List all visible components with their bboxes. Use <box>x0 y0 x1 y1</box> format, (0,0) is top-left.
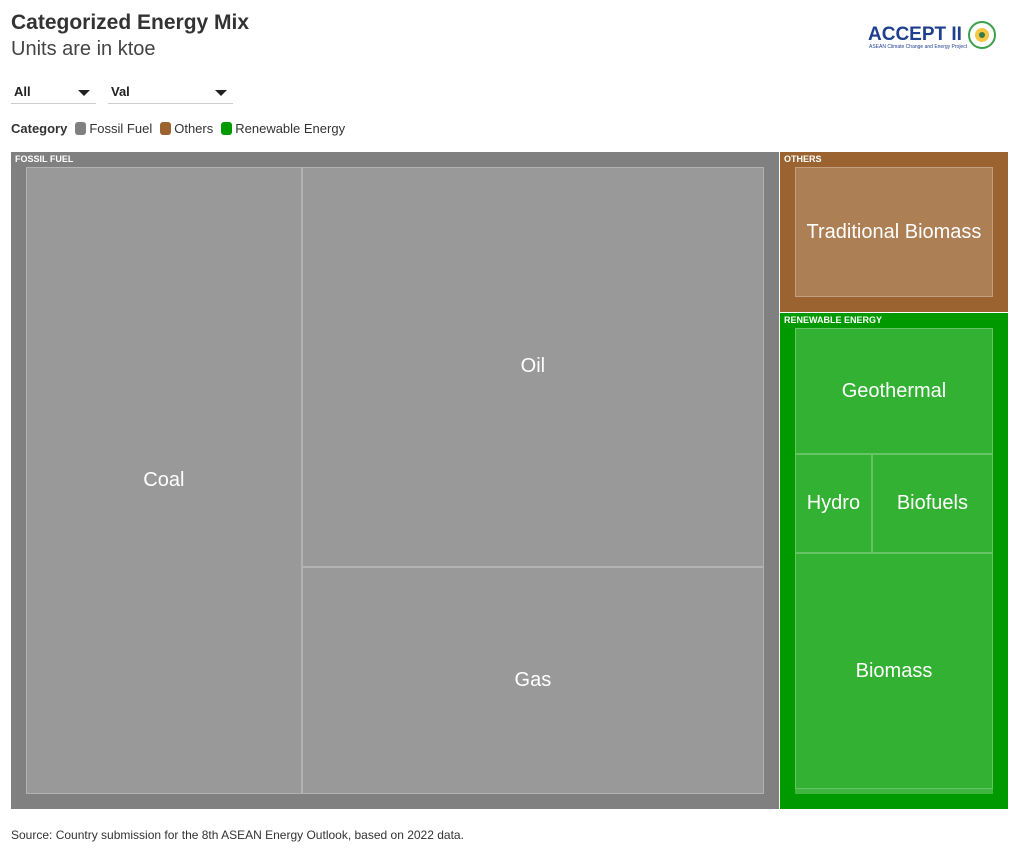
tile-label: Coal <box>143 469 185 491</box>
source-note: Source: Country submission for the 8th A… <box>11 828 464 842</box>
group-header: FOSSIL FUEL <box>15 154 74 164</box>
treemap-tile-geothermal[interactable]: Geothermal <box>795 328 993 455</box>
legend-title: Category <box>11 121 68 136</box>
treemap-tile-oil[interactable]: Oil <box>301 167 764 567</box>
legend: Category Fossil Fuel Others Renewable En… <box>11 121 345 136</box>
chevron-down-icon <box>78 90 90 96</box>
tile-label: Biomass <box>855 659 933 682</box>
treemap-tile-hydro[interactable]: Hydro <box>795 454 872 554</box>
country-dropdown[interactable]: All <box>11 82 96 104</box>
legend-item-others[interactable]: Others <box>156 121 213 136</box>
accept-logo: ACCEPT II ASEAN Climate Change and Energ… <box>868 18 1000 52</box>
treemap-tile-biomass[interactable]: Biomass <box>795 553 993 789</box>
treemap-tile-gas[interactable]: Gas <box>301 566 764 794</box>
tile-label: Gas <box>514 668 552 691</box>
measure-dropdown[interactable]: Val <box>108 82 233 104</box>
legend-item-fossil-fuel[interactable]: Fossil Fuel <box>71 121 152 136</box>
tile-label: Oil <box>520 355 546 378</box>
chart-subtitle: Units are in ktoe <box>11 38 156 60</box>
country-dropdown-value: All <box>14 84 31 99</box>
treemap: FOSSIL FUEL Coal Oil Gas OTHERS Traditional B… <box>11 152 1008 809</box>
treemap-group-fossil-fuel[interactable]: FOSSIL FUEL Coal Oil Gas <box>11 152 779 809</box>
tile-label: Biofuels <box>896 492 968 515</box>
measure-dropdown-value: Val <box>111 84 130 99</box>
treemap-tile-traditional-biomass[interactable]: Traditional Biomass <box>795 167 993 297</box>
treemap-tile-biofuels[interactable]: Biofuels <box>871 454 993 554</box>
tile-label: Geothermal <box>841 379 947 402</box>
treemap-group-renewable-energy[interactable]: RENEWABLE ENERGY Geothermal Hydro Biofuels B… <box>780 313 1008 809</box>
treemap-group-others[interactable]: OTHERS Traditional Biomass <box>780 152 1008 312</box>
tile-label: Hydro <box>806 492 861 515</box>
chart-title: Categorized Energy Mix <box>11 11 250 34</box>
treemap-tile-coal[interactable]: Coal <box>26 167 302 794</box>
svg-text:ACCEPT II: ACCEPT II <box>868 24 962 45</box>
group-header: OTHERS <box>784 154 822 164</box>
svg-text:ASEAN Climate Change and Energ: ASEAN Climate Change and Energy Project <box>869 44 968 50</box>
group-header: RENEWABLE ENERGY <box>784 315 883 325</box>
treemap-small-tiles <box>795 789 993 794</box>
tile-label: Traditional Biomass <box>806 220 982 243</box>
legend-item-renewable-energy[interactable]: Renewable Energy <box>217 121 345 136</box>
chevron-down-icon <box>215 90 227 96</box>
